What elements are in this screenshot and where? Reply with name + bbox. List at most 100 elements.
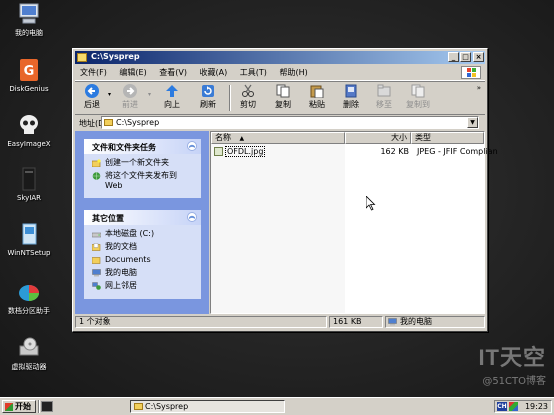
desktop-icon-diskgenius[interactable]: G DiskGenius bbox=[0, 58, 58, 94]
column-size-label: 大小 bbox=[391, 133, 407, 142]
move-to-button[interactable]: 移至 bbox=[369, 84, 399, 110]
file-tasks-body: 创建一个新文件夹 将这个文件夹发布到 Web bbox=[84, 154, 201, 198]
up-arrow-icon bbox=[164, 84, 180, 98]
back-label: 后退 bbox=[84, 100, 100, 109]
place-my-documents[interactable]: 我的文档 bbox=[92, 242, 195, 253]
menu-file[interactable]: 文件(F) bbox=[75, 65, 112, 78]
command-prompt-icon[interactable] bbox=[41, 401, 53, 412]
forward-button[interactable]: 前进 bbox=[115, 84, 145, 110]
collapse-icon[interactable]: ︽ bbox=[187, 212, 197, 222]
paste-label: 粘贴 bbox=[309, 100, 325, 109]
winntsetup-icon bbox=[17, 222, 41, 246]
place-local-disk[interactable]: 本地磁盘 (C:) bbox=[92, 229, 195, 240]
menu-tools[interactable]: 工具(T) bbox=[235, 65, 272, 78]
start-button[interactable]: 开始 bbox=[2, 400, 36, 413]
toolbar-overflow-icon[interactable]: » bbox=[477, 84, 481, 92]
computer-icon bbox=[388, 318, 397, 326]
task-pane: 文件和文件夹任务 ︽ 创建一个新文件夹 将这个文件夹发布到 Web 其它位置 ︽ bbox=[75, 131, 209, 314]
scissors-icon bbox=[240, 84, 256, 98]
collapse-icon[interactable]: ︽ bbox=[187, 141, 197, 151]
paste-button[interactable]: 粘贴 bbox=[302, 84, 332, 110]
copy-to-label: 复制到 bbox=[406, 100, 430, 109]
copy-to-button[interactable]: 复制到 bbox=[403, 84, 433, 110]
delete-button[interactable]: 删除 bbox=[336, 84, 366, 110]
task-new-folder[interactable]: 创建一个新文件夹 bbox=[92, 158, 195, 169]
virtual-drive-icon bbox=[17, 336, 41, 360]
computer-icon bbox=[17, 2, 41, 26]
refresh-button[interactable]: 刷新 bbox=[193, 84, 223, 110]
menu-bar: 文件(F) 编辑(E) 查看(V) 收藏(A) 工具(T) 帮助(H) bbox=[75, 65, 485, 81]
other-places-title: 其它位置 bbox=[92, 214, 124, 223]
place-documents[interactable]: Documents bbox=[92, 255, 195, 266]
up-button[interactable]: 向上 bbox=[157, 84, 187, 110]
task-new-folder-label: 创建一个新文件夹 bbox=[105, 158, 169, 167]
tray-app-icon[interactable] bbox=[509, 402, 518, 411]
desktop-icon-winntsetup[interactable]: WinNTSetup bbox=[0, 222, 58, 258]
file-tasks-header[interactable]: 文件和文件夹任务 ︽ bbox=[84, 139, 201, 154]
language-indicator[interactable]: CH bbox=[497, 402, 507, 411]
title-bar[interactable]: C:\Sysprep _ □ × bbox=[75, 51, 485, 64]
column-header-size[interactable]: 大小 bbox=[345, 132, 411, 144]
name-column-highlight bbox=[211, 144, 345, 313]
taskbar-window-label: C:\Sysprep bbox=[145, 402, 189, 411]
back-dropdown-icon[interactable]: ▾ bbox=[108, 91, 111, 98]
place-network-label: 网上邻居 bbox=[105, 281, 137, 290]
desktop-icon-label: 虚拟驱动器 bbox=[11, 363, 47, 371]
minimize-button[interactable]: _ bbox=[448, 52, 459, 62]
taskbar-window-button[interactable]: C:\Sysprep bbox=[130, 400, 285, 413]
sort-ascending-icon: ▲ bbox=[239, 135, 245, 142]
network-icon bbox=[92, 282, 101, 290]
status-location-label: 我的电脑 bbox=[400, 317, 432, 326]
close-button[interactable]: × bbox=[473, 52, 484, 62]
place-network[interactable]: 网上邻居 bbox=[92, 281, 195, 292]
status-location: 我的电脑 bbox=[385, 316, 485, 328]
desktop-icon-virtual-drive[interactable]: 虚拟驱动器 bbox=[0, 336, 58, 372]
desktop-icon-partition-assistant[interactable]: 数档分区助手 bbox=[0, 280, 58, 316]
window-title: C:\Sysprep bbox=[91, 52, 140, 61]
back-button[interactable]: 后退 bbox=[77, 84, 107, 110]
cut-label: 剪切 bbox=[240, 100, 256, 109]
menu-help[interactable]: 帮助(H) bbox=[274, 65, 312, 78]
place-my-computer[interactable]: 我的电脑 bbox=[92, 268, 195, 279]
menu-view[interactable]: 查看(V) bbox=[154, 65, 192, 78]
watermark-logo: IT天空 bbox=[478, 345, 546, 370]
folder-icon bbox=[134, 403, 143, 410]
svg-text:G: G bbox=[24, 64, 35, 79]
file-tasks-title: 文件和文件夹任务 bbox=[92, 143, 156, 152]
menu-favorites[interactable]: 收藏(A) bbox=[195, 65, 233, 78]
delete-label: 删除 bbox=[343, 100, 359, 109]
desktop-icon-label: WinNTSetup bbox=[7, 249, 51, 257]
documents-folder-icon bbox=[92, 243, 101, 251]
explorer-window: C:\Sysprep _ □ × 文件(F) 编辑(E) 查看(V) 收藏(A)… bbox=[72, 48, 498, 332]
status-object-count: 1 个对象 bbox=[75, 316, 327, 328]
watermark: IT天空 @51CTO博客 bbox=[478, 340, 546, 387]
cut-button[interactable]: 剪切 bbox=[233, 84, 263, 110]
forward-dropdown-icon[interactable]: ▾ bbox=[148, 91, 151, 98]
menu-edit[interactable]: 编辑(E) bbox=[114, 65, 151, 78]
desktop-icon-easyimagex[interactable]: EasyImageX bbox=[0, 113, 58, 149]
file-list[interactable]: 名称 ▲ 大小 类型 OFDL.jpg 162 KB JPEG - JFIF C… bbox=[210, 131, 498, 314]
column-header-type[interactable]: 类型 bbox=[411, 132, 484, 144]
status-bar: 1 个对象 161 KB 我的电脑 bbox=[75, 316, 485, 329]
other-places-header[interactable]: 其它位置 ︽ bbox=[84, 210, 201, 225]
start-label: 开始 bbox=[15, 402, 31, 411]
folder-icon bbox=[92, 257, 101, 264]
folder-icon bbox=[77, 53, 87, 62]
new-folder-icon bbox=[92, 159, 101, 167]
column-header-name[interactable]: 名称 ▲ bbox=[211, 132, 345, 144]
address-bar: 地址(D) C:\Sysprep ▼ bbox=[75, 114, 485, 131]
back-arrow-icon bbox=[84, 84, 100, 98]
address-input[interactable]: C:\Sysprep ▼ bbox=[101, 116, 479, 129]
desktop-icon-skyiar[interactable]: SkyIAR bbox=[0, 167, 58, 203]
desktop-icon-label: 我的电脑 bbox=[15, 29, 43, 37]
address-dropdown-button[interactable]: ▼ bbox=[467, 117, 478, 128]
column-type-label: 类型 bbox=[415, 133, 431, 142]
desktop-icon-my-computer[interactable]: 我的电脑 bbox=[0, 2, 58, 38]
copy-button[interactable]: 复制 bbox=[268, 84, 298, 110]
windows-logo-icon bbox=[461, 66, 481, 79]
diskgenius-icon: G bbox=[17, 58, 41, 82]
maximize-button[interactable]: □ bbox=[460, 52, 471, 62]
file-row[interactable]: OFDL.jpg 162 KB JPEG - JFIF Complian bbox=[211, 146, 498, 157]
task-publish-web[interactable]: 将这个文件夹发布到 Web bbox=[92, 171, 195, 191]
file-size: 162 KB bbox=[380, 147, 409, 156]
